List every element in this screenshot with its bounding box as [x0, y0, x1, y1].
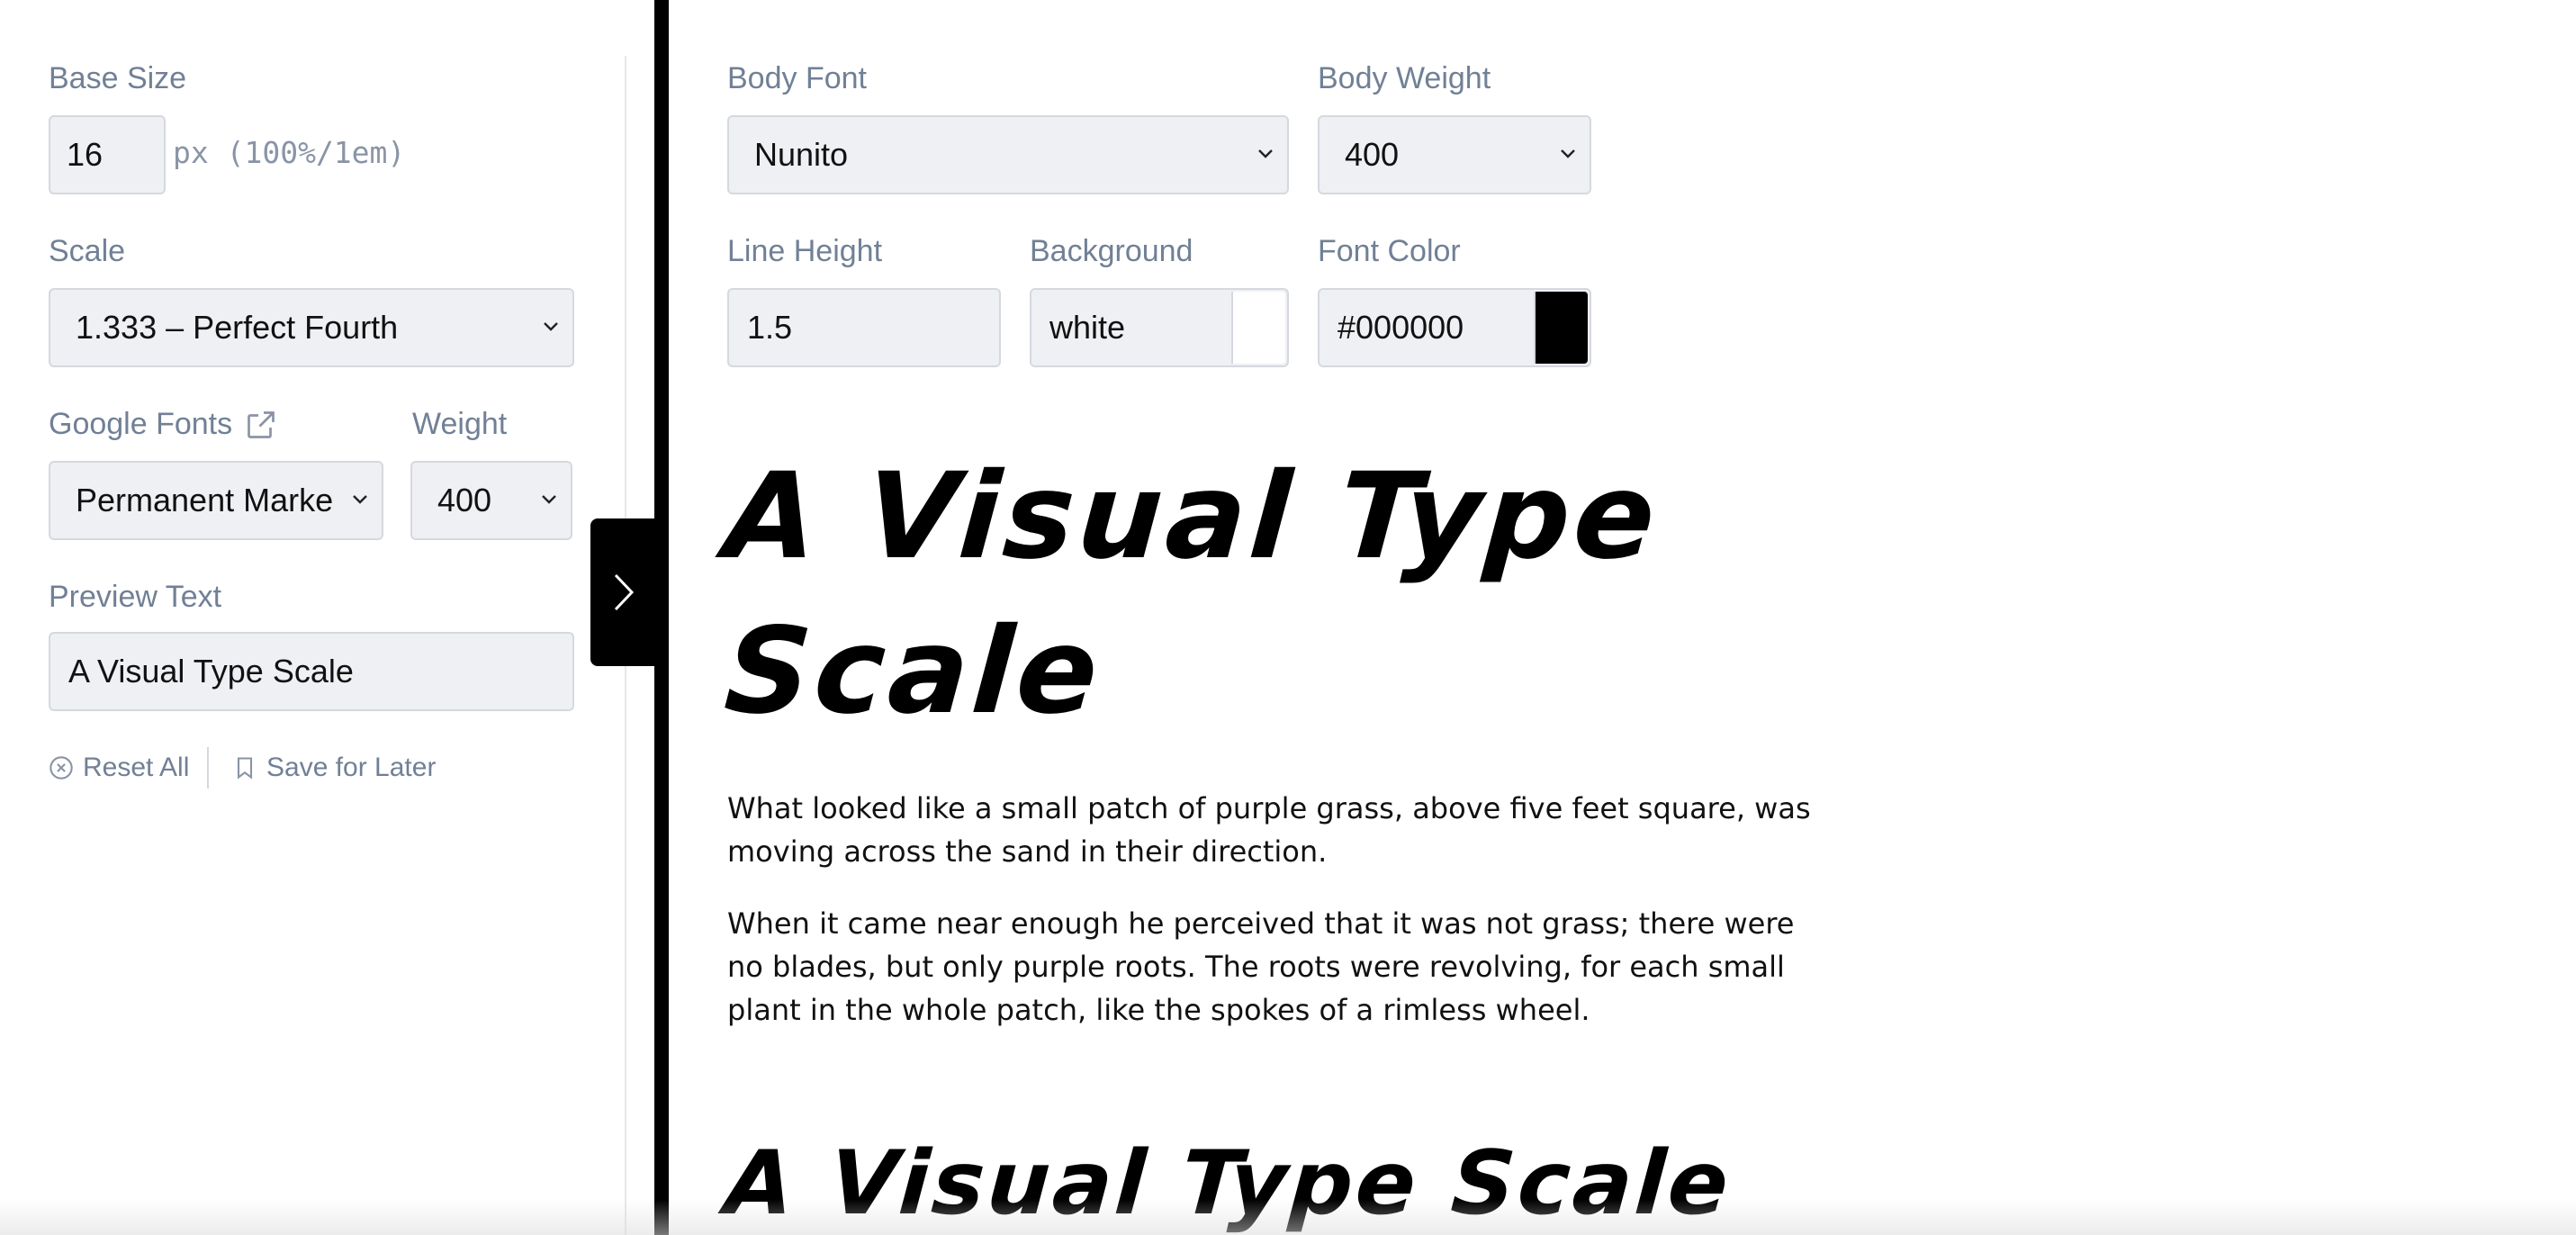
- font-color-input[interactable]: #000000: [1318, 288, 1591, 367]
- reset-all-button[interactable]: Reset All: [49, 753, 189, 783]
- google-fonts-select[interactable]: Permanent Marke: [49, 461, 383, 540]
- sidebar-toggle-button[interactable]: [590, 518, 657, 666]
- preview-heading-line1: A Visual Type: [720, 447, 1663, 586]
- preview-text-label: Preview Text: [49, 580, 222, 614]
- font-color-swatch[interactable]: [1534, 292, 1588, 364]
- chevron-down-icon: [1258, 149, 1273, 158]
- body-weight-label: Body Weight: [1318, 61, 1491, 95]
- bookmark-icon: [237, 757, 253, 780]
- google-fonts-select-value: Permanent Marke: [76, 482, 334, 518]
- preview-heading-2: A Visual Type Scale: [722, 1132, 1734, 1235]
- font-color-value: #000000: [1338, 309, 1464, 346]
- background-input[interactable]: white: [1030, 288, 1289, 367]
- chevron-down-icon: [1561, 149, 1575, 158]
- chevron-down-icon: [544, 322, 558, 331]
- scale-select[interactable]: 1.333 – Perfect Fourth: [49, 288, 574, 367]
- base-size-label: Base Size: [49, 61, 187, 95]
- preview-heading-line2: Scale: [720, 602, 1106, 741]
- chevron-down-icon: [542, 495, 556, 504]
- preview-text-input[interactable]: A Visual Type Scale: [49, 632, 574, 711]
- preview-paragraph-1: What looked like a small patch of purple…: [727, 791, 1811, 869]
- body-font-select-value: Nunito: [754, 136, 849, 173]
- save-for-later-label: Save for Later: [266, 753, 437, 782]
- background-swatch[interactable]: [1231, 292, 1285, 364]
- settings-sidebar: Base Size 16 px (100%/1em) Scale 1.333 –…: [0, 0, 653, 1235]
- body-weight-select-value: 400: [1345, 136, 1400, 173]
- reset-all-label: Reset All: [83, 753, 190, 782]
- google-fonts-label: Google Fonts: [49, 407, 277, 442]
- base-size-unit: px (100%/1em): [173, 135, 406, 170]
- font-color-label: Font Color: [1318, 234, 1461, 268]
- scale-select-value: 1.333 – Perfect Fourth: [76, 309, 399, 346]
- action-divider: [207, 747, 209, 789]
- weight-select-value: 400: [437, 482, 492, 518]
- line-height-input[interactable]: 1.5: [727, 288, 1001, 367]
- body-font-label: Body Font: [727, 61, 867, 95]
- line-height-label: Line Height: [727, 234, 883, 268]
- preview-paragraph-2: When it came near enough he perceived th…: [727, 906, 1795, 1027]
- chevron-down-icon: [353, 495, 367, 504]
- google-fonts-label-text: Google Fonts: [49, 407, 233, 441]
- body-font-select[interactable]: Nunito: [727, 115, 1289, 194]
- external-link-icon[interactable]: [245, 409, 277, 441]
- background-label: Background: [1030, 234, 1193, 268]
- body-weight-select[interactable]: 400: [1318, 115, 1591, 194]
- close-circle-icon: [50, 756, 73, 780]
- chevron-right-icon: [614, 573, 635, 611]
- background-value: white: [1049, 309, 1126, 346]
- weight-label: Weight: [412, 407, 508, 441]
- weight-select[interactable]: 400: [410, 461, 572, 540]
- scale-label: Scale: [49, 234, 126, 268]
- base-size-input[interactable]: 16: [49, 115, 166, 194]
- save-for-later-button[interactable]: Save for Later: [232, 753, 436, 783]
